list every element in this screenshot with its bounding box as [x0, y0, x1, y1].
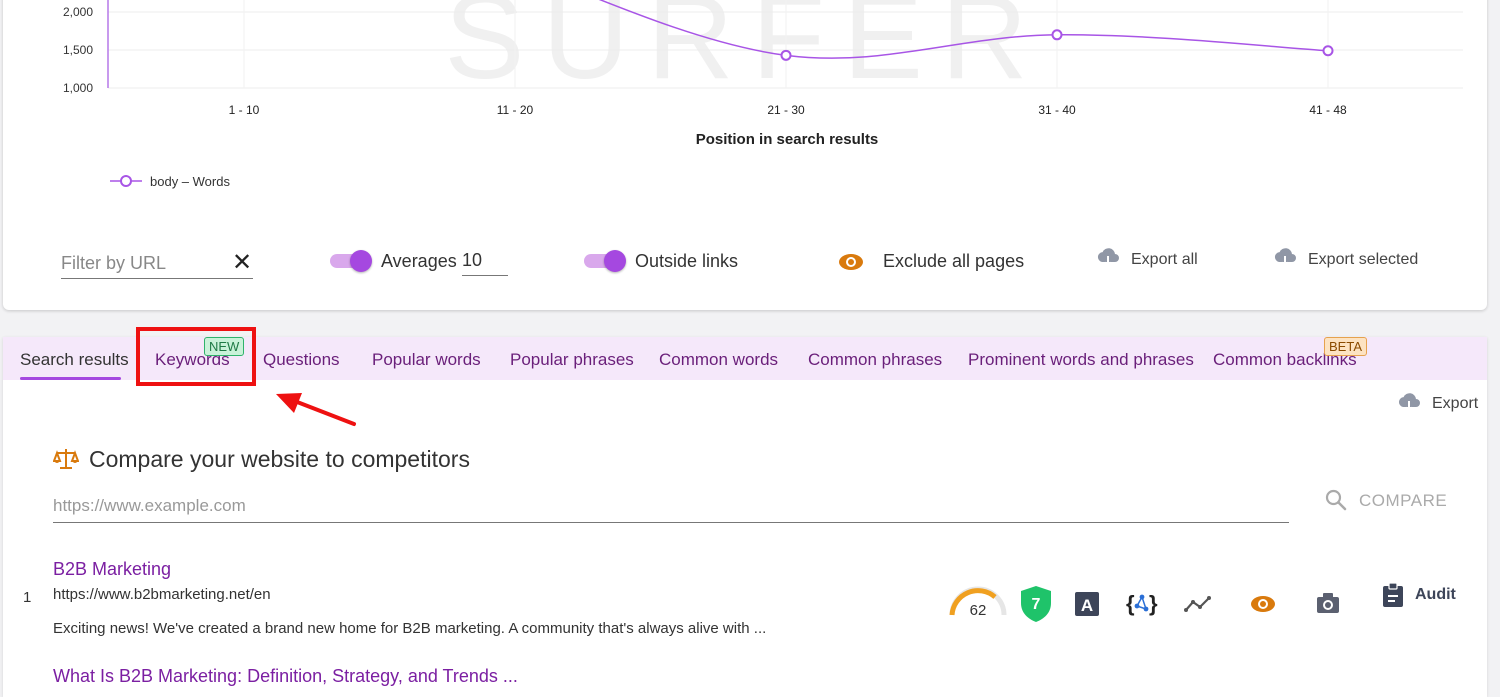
shield-icon[interactable]: 7	[1018, 584, 1054, 624]
tab-common-phrases[interactable]: Common phrases	[808, 350, 942, 370]
svg-text:A: A	[1081, 596, 1093, 615]
averages-toggle[interactable]	[330, 250, 372, 272]
security-score-value: 7	[1032, 596, 1041, 613]
export-selected-button[interactable]: Export selected	[1308, 251, 1418, 269]
result-url: https://www.b2bmarketing.net/en	[53, 586, 271, 603]
trend-line-icon[interactable]	[1183, 593, 1213, 615]
x-tick-label: 11 - 20	[497, 103, 534, 117]
data-point	[1051, 29, 1063, 41]
content-score-gauge-icon[interactable]: 62	[947, 581, 1009, 621]
tab-common-words[interactable]: Common words	[659, 350, 778, 370]
x-tick-label: 21 - 30	[767, 103, 805, 117]
tab-questions[interactable]: Questions	[263, 350, 340, 370]
eye-icon[interactable]	[1249, 593, 1277, 615]
compare-title: Compare your website to competitors	[89, 446, 470, 472]
y-tick-label: 1,000	[63, 81, 93, 95]
export-all-button[interactable]: Export all	[1131, 251, 1198, 269]
legend-label: body – Words	[150, 174, 230, 189]
beta-badge: BETA	[1324, 337, 1367, 356]
x-axis-label: Position in search results	[696, 131, 879, 148]
tab-prominent-words-and-phrases[interactable]: Prominent words and phrases	[968, 350, 1194, 370]
clear-filter-icon[interactable]: ✕	[232, 248, 252, 277]
data-point	[780, 49, 792, 61]
result-title-link[interactable]: What Is B2B Marketing: Definition, Strat…	[53, 666, 518, 687]
y-tick-label: 1,500	[63, 43, 93, 57]
outside-links-label: Outside links	[635, 251, 739, 271]
compare-button[interactable]: COMPARE	[1359, 491, 1447, 511]
eye-icon[interactable]	[837, 251, 865, 273]
result-rank: 1	[23, 589, 32, 606]
clipboard-icon[interactable]	[1381, 582, 1405, 608]
data-point	[1322, 45, 1334, 57]
result-snippet: Exciting news! We've created a brand new…	[53, 620, 767, 637]
active-tab-indicator	[20, 377, 121, 380]
annotation-highlight-box	[136, 327, 256, 386]
outside-links-toggle[interactable]	[584, 250, 626, 272]
export-button[interactable]: Export	[1432, 395, 1478, 413]
x-tick-label: 41 - 48	[1309, 103, 1347, 117]
svg-text:}: }	[1149, 591, 1158, 616]
cloud-download-icon[interactable]	[1273, 246, 1297, 270]
y-tick-label: 2,000	[63, 5, 93, 19]
structured-data-icon[interactable]: { }	[1126, 590, 1158, 618]
font-icon[interactable]: A	[1074, 591, 1100, 617]
cloud-download-icon[interactable]	[1096, 246, 1120, 270]
tab-search-results[interactable]: Search results	[20, 350, 129, 370]
cloud-download-icon[interactable]	[1397, 391, 1421, 415]
result-title-link[interactable]: B2B Marketing	[53, 559, 171, 580]
legend-marker-icon	[120, 175, 132, 187]
audit-button[interactable]: Audit	[1415, 586, 1456, 604]
chart-legend[interactable]: body – Words	[110, 174, 230, 189]
exclude-all-pages-button[interactable]: Exclude all pages	[883, 251, 1024, 272]
averages-label: Averages	[381, 251, 457, 271]
compare-url-input[interactable]	[53, 490, 1289, 523]
camera-icon[interactable]	[1315, 591, 1341, 615]
tab-popular-phrases[interactable]: Popular phrases	[510, 350, 634, 370]
svg-text:{: {	[1126, 591, 1135, 616]
filter-url-input[interactable]	[61, 248, 253, 279]
annotation-arrow-icon	[276, 393, 356, 426]
balance-scale-icon	[53, 449, 79, 469]
search-icon[interactable]	[1324, 488, 1348, 512]
content-score-value: 62	[970, 602, 987, 619]
averages-input[interactable]	[462, 246, 508, 276]
tab-popular-words[interactable]: Popular words	[372, 350, 481, 370]
x-tick-label: 1 - 10	[229, 103, 260, 117]
x-tick-label: 31 - 40	[1038, 103, 1076, 117]
